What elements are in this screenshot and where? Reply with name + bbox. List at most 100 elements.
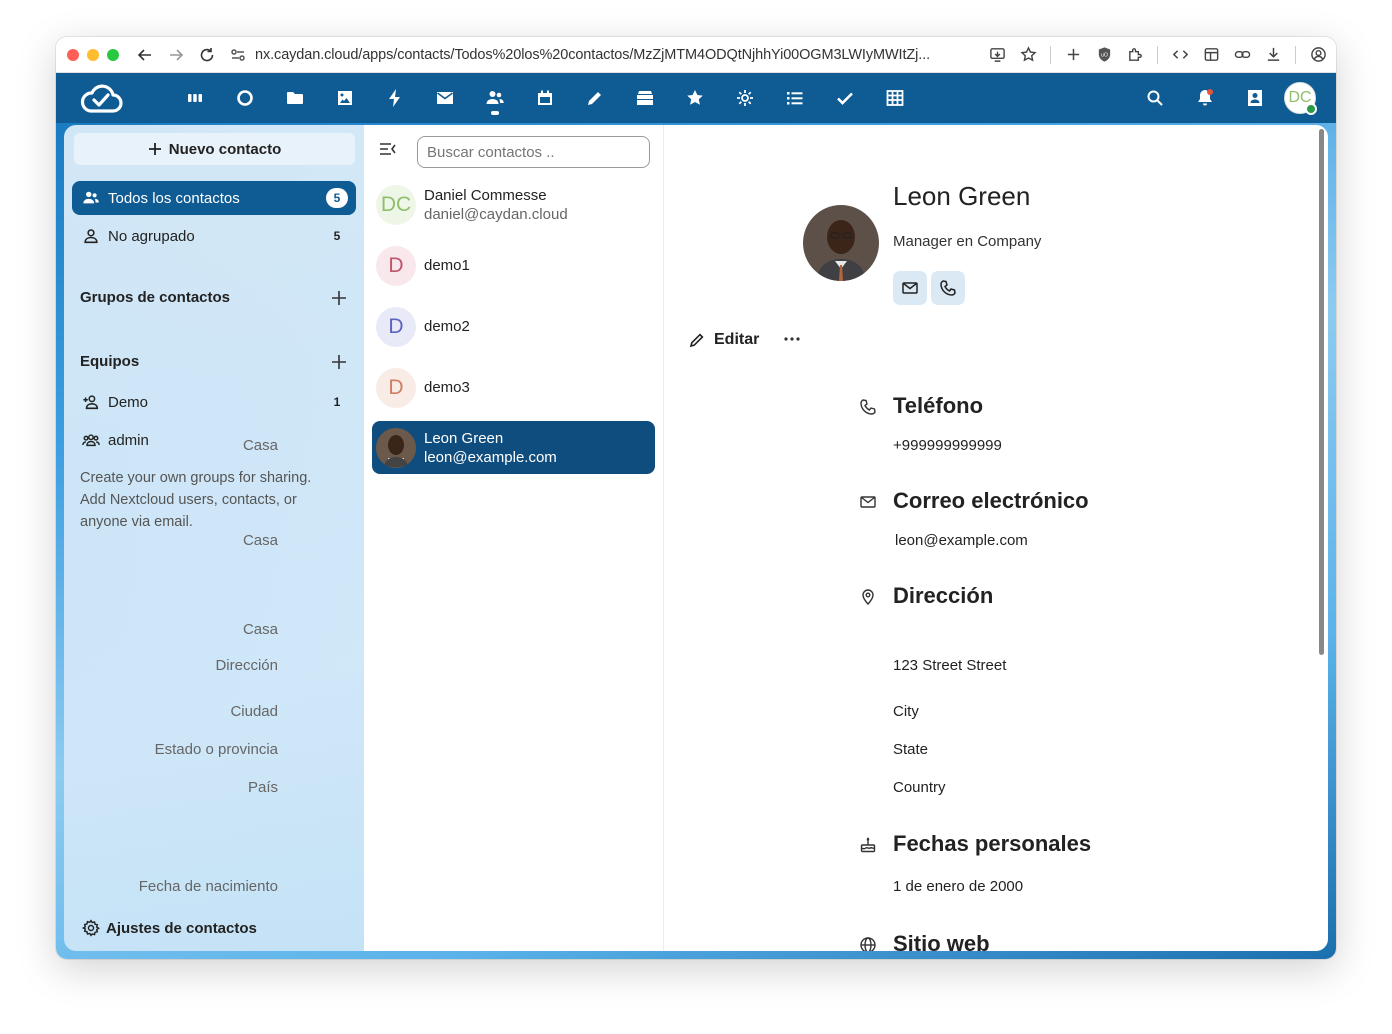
- app-notes[interactable]: [570, 73, 620, 123]
- sidebar-item-all-contacts[interactable]: Todos los contactos 5: [72, 181, 356, 215]
- person-icon: [84, 229, 98, 244]
- new-contact-button[interactable]: Nuevo contacto: [74, 133, 355, 165]
- calendar-icon: [538, 90, 552, 105]
- toggle-navigation-icon[interactable]: [378, 139, 398, 159]
- deck-icon: [637, 91, 653, 105]
- contacts-menu-button[interactable]: [1230, 73, 1280, 123]
- install-app-button[interactable]: [985, 43, 1009, 67]
- address-city-value[interactable]: City: [893, 703, 919, 720]
- circles-icon: [737, 90, 753, 106]
- bookmark-button[interactable]: [1016, 43, 1040, 67]
- copy-link-button[interactable]: [1230, 43, 1254, 67]
- birthday-label: Fecha de nacimiento: [138, 878, 278, 895]
- app-menu: [170, 73, 920, 123]
- close-window-button[interactable]: [67, 48, 79, 61]
- app-tasks[interactable]: [820, 73, 870, 123]
- dates-section-title: Fechas personales: [893, 831, 1092, 856]
- app-tasks-list[interactable]: [770, 73, 820, 123]
- app-tables[interactable]: [870, 73, 920, 123]
- sidebar-item-team-demo[interactable]: Demo 1: [72, 385, 356, 419]
- link-icon: [1234, 50, 1250, 59]
- notifications-button[interactable]: [1180, 73, 1230, 123]
- address-street-value[interactable]: 123 Street Street: [893, 657, 1006, 674]
- address-city-label: Ciudad: [230, 703, 278, 720]
- minimize-window-button[interactable]: [87, 48, 99, 61]
- contact-photo-large[interactable]: [803, 205, 879, 281]
- contact-item-demo2[interactable]: D demo2: [372, 300, 655, 353]
- downloads-button[interactable]: [1261, 43, 1285, 67]
- devtools-button[interactable]: [1168, 43, 1192, 67]
- more-actions-icon[interactable]: [782, 329, 802, 349]
- sidebar-item-label: No agrupado: [108, 227, 195, 245]
- send-email-button[interactable]: [893, 271, 927, 305]
- address-bar[interactable]: nx.caydan.cloud/apps/contacts/Todos%20lo…: [229, 42, 985, 68]
- forward-button[interactable]: [164, 43, 188, 67]
- contacts-settings-button[interactable]: Ajustes de contactos: [82, 919, 257, 937]
- address-type-label[interactable]: Casa: [243, 621, 278, 638]
- settings-label: Ajustes de contactos: [106, 919, 257, 937]
- browser-toolbar: nx.caydan.cloud/apps/contacts/Todos%20lo…: [56, 37, 1336, 73]
- app-header: DC: [56, 73, 1336, 123]
- phone-type-label[interactable]: Casa: [243, 437, 278, 454]
- app-files[interactable]: [270, 73, 320, 123]
- app-contacts[interactable]: [470, 73, 520, 123]
- app-favorites[interactable]: [670, 73, 720, 123]
- contact-item-demo3[interactable]: D demo3: [372, 361, 655, 414]
- birthday-value[interactable]: 1 de enero de 2000: [893, 878, 1023, 895]
- sidebar-item-ungrouped[interactable]: No agrupado 5: [72, 219, 356, 253]
- new-tab-button[interactable]: [1061, 43, 1085, 67]
- contact-title[interactable]: Manager en Company: [893, 233, 1041, 250]
- call-button[interactable]: [931, 271, 965, 305]
- contact-item-daniel-commesse[interactable]: DC Daniel Commesse daniel@caydan.cloud: [372, 178, 655, 231]
- edit-contact-button[interactable]: Editar: [688, 331, 759, 349]
- maximize-window-button[interactable]: [107, 48, 119, 61]
- app-mail[interactable]: [420, 73, 470, 123]
- contact-item-leon-green[interactable]: Leon Green leon@example.com: [372, 421, 655, 474]
- app-circles[interactable]: [720, 73, 770, 123]
- team-icon: [82, 434, 100, 447]
- nextcloud-logo[interactable]: [79, 81, 123, 115]
- add-group-icon[interactable]: [330, 289, 348, 307]
- email-value[interactable]: leon@example.com: [895, 532, 1028, 549]
- plus-icon: [148, 143, 161, 155]
- app-deck[interactable]: [620, 73, 670, 123]
- email-type-label[interactable]: Casa: [243, 532, 278, 549]
- app-activity[interactable]: [370, 73, 420, 123]
- details-scrollbar[interactable]: [1319, 129, 1324, 655]
- phone-value[interactable]: +999999999999: [893, 437, 1002, 454]
- count-badge: 5: [326, 188, 348, 208]
- website-section-title: Sitio web: [893, 931, 990, 951]
- profile-button[interactable]: [1306, 43, 1330, 67]
- unified-search-button[interactable]: [1130, 73, 1180, 123]
- browser-window: nx.caydan.cloud/apps/contacts/Todos%20lo…: [56, 37, 1336, 959]
- address-state-value[interactable]: State: [893, 741, 928, 758]
- address-country-value[interactable]: Country: [893, 779, 946, 796]
- star-icon: [1019, 46, 1037, 62]
- app-calendar[interactable]: [520, 73, 570, 123]
- app-photos[interactable]: [320, 73, 370, 123]
- address-section-title: Dirección: [893, 583, 994, 608]
- app-talk[interactable]: [220, 73, 270, 123]
- reload-button[interactable]: [195, 43, 219, 67]
- add-team-icon[interactable]: [330, 353, 348, 371]
- sidebar-item-team-admin[interactable]: admin: [72, 423, 356, 457]
- list-icon: [787, 92, 803, 105]
- contact-full-name[interactable]: Leon Green: [893, 181, 1030, 212]
- search-contacts-input[interactable]: [417, 136, 650, 168]
- contacts-list-column: DC Daniel Commesse daniel@caydan.cloud D…: [364, 125, 664, 951]
- contact-avatar: D: [376, 245, 416, 286]
- site-settings-icon[interactable]: [229, 46, 247, 64]
- user-menu-avatar[interactable]: DC: [1284, 82, 1317, 115]
- back-button[interactable]: [133, 43, 157, 67]
- app-dashboard[interactable]: [170, 73, 220, 123]
- arrow-left-icon: [137, 48, 151, 61]
- teams-section-title: Equipos: [80, 353, 140, 370]
- ublock-extension-button[interactable]: uO: [1092, 43, 1116, 67]
- extensions-button[interactable]: [1123, 43, 1147, 67]
- app-navigation: Nuevo contacto Todos los contactos 5 No …: [64, 125, 364, 951]
- contact-item-demo1[interactable]: D demo1: [372, 239, 655, 292]
- address-state-label: Estado o provincia: [154, 741, 278, 758]
- image-icon: [338, 91, 352, 105]
- sidepanel-button[interactable]: [1199, 43, 1223, 67]
- sidebar-item-label: Demo: [108, 393, 149, 411]
